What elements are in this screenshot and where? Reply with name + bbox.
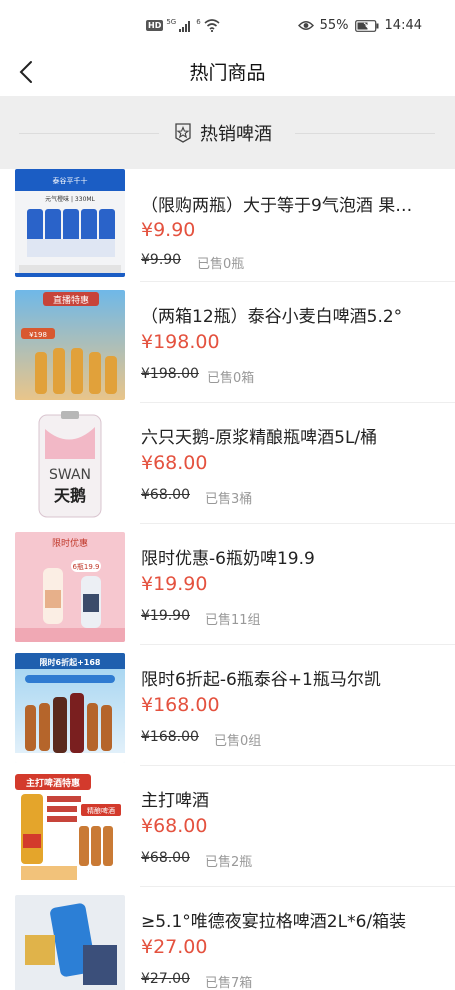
clock: 14:44	[384, 18, 422, 33]
product-price: ¥19.90	[141, 573, 208, 595]
wifi-label: 6	[196, 17, 201, 26]
product-price: ¥168.00	[141, 694, 220, 716]
product-image	[15, 895, 125, 990]
product-image: 泰谷平千十 元气橙味 | 330ML	[15, 169, 125, 277]
product-price: ¥9.90	[141, 219, 196, 241]
product-original-price: ¥19.90	[141, 608, 190, 624]
product-sold-count: 已售3桶	[205, 492, 253, 507]
divider-right	[295, 133, 435, 134]
product-image: 限时6折起+168	[15, 653, 125, 763]
product-list: 泰谷平千十 元气橙味 | 330ML （限购两瓶）大于等于9气泡酒 果… ¥9.…	[0, 169, 455, 990]
status-bar: HD 5G 6 55% 14:44	[0, 0, 455, 48]
product-sold-count: 已售0箱	[207, 371, 255, 386]
thumb-banner-text: 主打啤酒特惠	[26, 777, 80, 789]
product-title: （两箱12瓶）泰谷小麦白啤酒5.2°	[141, 307, 403, 327]
nav-header: 热门商品	[0, 48, 455, 96]
thumb-brand-text: SWAN	[49, 467, 91, 483]
product-original-price: ¥198.00	[141, 366, 199, 382]
product-item[interactable]: 限时优惠 6瓶19.9 限时优惠-6瓶奶啤19.9 ¥19.90 ¥19.90 …	[0, 524, 455, 645]
product-original-price: ¥68.00	[141, 487, 190, 503]
product-item[interactable]: ≥5.1°唯德夜宴拉格啤酒2L*6/箱装 ¥27.00 ¥27.00 已售7箱	[0, 887, 455, 990]
product-image: 直播特惠 ¥198	[15, 290, 125, 400]
network-label: 5G	[166, 17, 177, 26]
product-item[interactable]: 主打啤酒特惠 精酿啤酒 主打啤酒 ¥68.00 ¥68.00 已售2瓶	[0, 766, 455, 887]
product-original-price: ¥168.00	[141, 729, 199, 745]
product-sold-count: 已售0瓶	[197, 257, 245, 272]
product-original-price: ¥9.90	[141, 252, 182, 268]
section-header: 热销啤酒	[174, 120, 272, 146]
page-title: 热门商品	[189, 62, 266, 84]
thumb-banner-text: 限时优惠	[52, 537, 88, 549]
product-original-price: ¥27.00	[141, 971, 190, 987]
section-title: 热销啤酒	[200, 124, 272, 145]
product-price: ¥68.00	[141, 815, 208, 837]
product-price: ¥27.00	[141, 936, 208, 958]
status-left: HD 5G 6	[146, 17, 220, 32]
product-image: SWAN 天鹅	[15, 411, 125, 521]
thumb-tag-text: 精酿啤酒	[87, 806, 115, 815]
thumb-banner-text: 限时6折起+168	[40, 657, 101, 667]
thumb-cn-text: 天鹅	[54, 486, 86, 505]
hd-badge: HD	[146, 20, 164, 31]
product-title: 限时优惠-6瓶奶啤19.9	[141, 549, 315, 569]
product-item[interactable]: 泰谷平千十 元气橙味 | 330ML （限购两瓶）大于等于9气泡酒 果… ¥9.…	[0, 169, 455, 282]
product-title: ≥5.1°唯德夜宴拉格啤酒2L*6/箱装	[141, 912, 407, 932]
product-title: 限时6折起-6瓶泰谷+1瓶马尔凯	[141, 670, 381, 690]
product-price: ¥198.00	[141, 331, 220, 353]
wifi-icon	[204, 19, 220, 32]
product-title: 六只天鹅-原浆精酿瓶啤酒5L/桶	[141, 428, 378, 448]
product-item[interactable]: 直播特惠 ¥198 （两箱12瓶）泰谷小麦白啤酒5.2° ¥198.00 ¥19…	[0, 282, 455, 403]
thumb-price-text: ¥198	[29, 331, 47, 339]
thumb-caption-text: 元气橙味 | 330ML	[45, 195, 95, 203]
product-title: （限购两瓶）大于等于9气泡酒 果…	[141, 196, 413, 216]
product-item[interactable]: 限时6折起+168 限时6折起-6瓶泰谷+1瓶马尔凯 ¥168.00 ¥168.…	[0, 645, 455, 766]
product-original-price: ¥68.00	[141, 850, 190, 866]
divider-left	[19, 133, 159, 134]
battery-percent: 55%	[319, 18, 349, 33]
battery-icon	[354, 19, 379, 32]
eye-icon	[297, 21, 314, 30]
product-image: 主打啤酒特惠 精酿啤酒	[15, 774, 125, 884]
product-sold-count: 已售7箱	[205, 976, 253, 990]
thumb-brand-text: 泰谷平千十	[53, 176, 88, 185]
product-image: 限时优惠 6瓶19.9	[15, 532, 125, 642]
section-banner: 热销啤酒	[0, 96, 455, 169]
thumb-price-text: 6瓶19.9	[72, 562, 99, 571]
star-badge-icon	[175, 123, 191, 143]
product-sold-count: 已售2瓶	[205, 855, 253, 870]
product-price: ¥68.00	[141, 452, 208, 474]
product-sold-count: 已售11组	[205, 613, 261, 628]
thumb-banner-text: 直播特惠	[53, 294, 89, 306]
product-sold-count: 已售0组	[214, 734, 262, 749]
product-title: 主打啤酒	[141, 791, 209, 811]
product-item[interactable]: SWAN 天鹅 六只天鹅-原浆精酿瓶啤酒5L/桶 ¥68.00 ¥68.00 已…	[0, 403, 455, 524]
status-right: 55% 14:44	[297, 18, 422, 33]
signal-icon	[179, 20, 191, 32]
